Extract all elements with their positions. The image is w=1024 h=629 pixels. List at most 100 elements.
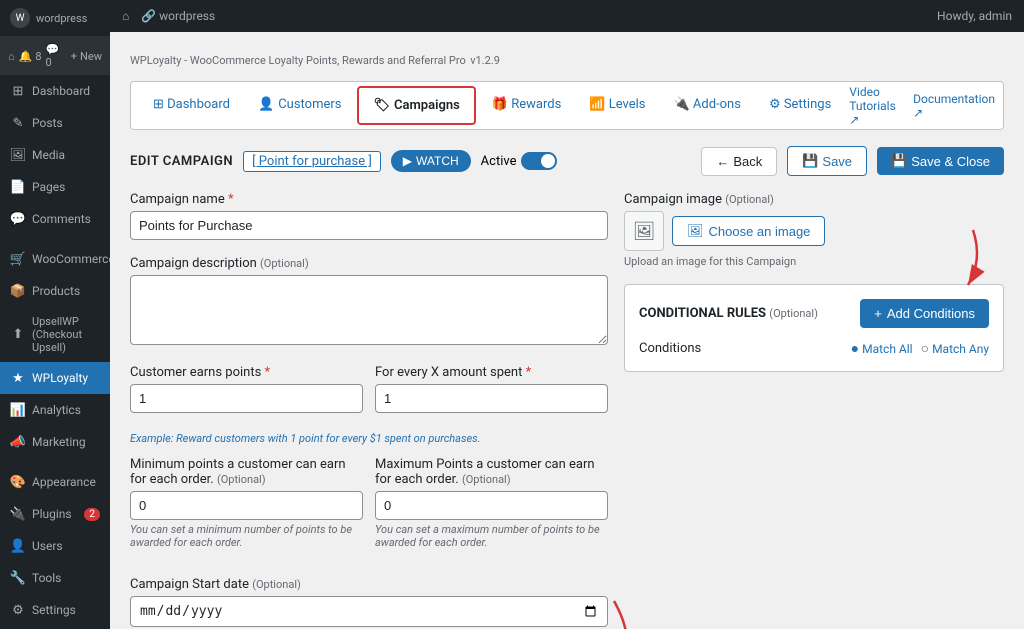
conditional-rules-title: CONDITIONAL RULES (Optional) [639, 306, 818, 321]
sidebar-item-label: Analytics [32, 403, 81, 417]
upsellwp-icon: ⬆ [10, 327, 26, 343]
campaign-description-input[interactable] [130, 275, 608, 345]
sidebar-item-plugins[interactable]: 🔌 Plugins 2 [0, 498, 110, 530]
comments-icon-top[interactable]: 💬 0 [46, 43, 67, 69]
add-conditions-button[interactable]: + Add Conditions [860, 299, 989, 328]
customer-earns-input[interactable] [130, 384, 363, 413]
start-date-section: Campaign Start date (Optional) Include e… [130, 577, 608, 629]
sidebar-item-label: UpsellWP (Checkout Upsell) [32, 315, 100, 354]
max-points-label: Maximum Points a customer can earn for e… [375, 457, 608, 487]
watch-button[interactable]: ▶ WATCH [391, 150, 471, 172]
users-icon: 👤 [10, 538, 26, 554]
tab-dashboard[interactable]: ⊞ Dashboard [139, 87, 244, 125]
conditional-rules-header: CONDITIONAL RULES (Optional) + Add Condi… [639, 299, 989, 328]
min-points-hint: You can set a minimum number of points t… [130, 523, 363, 549]
documentation-link[interactable]: Documentation ↗ [913, 92, 995, 120]
sidebar-item-label: Media [32, 148, 65, 162]
start-date-input[interactable] [130, 596, 608, 627]
sidebar-item-label: Settings [32, 603, 76, 617]
sidebar-item-analytics[interactable]: 📊 Analytics [0, 394, 110, 426]
tools-icon: 🔧 [10, 570, 26, 586]
sidebar-item-label: Appearance [32, 475, 96, 489]
max-points-hint: You can set a maximum number of points t… [375, 523, 608, 549]
for-every-input[interactable] [375, 384, 608, 413]
sidebar-item-label: Pages [32, 180, 65, 194]
match-any-option[interactable]: ○ Match Any [921, 340, 989, 357]
edit-campaign-title: EDIT CAMPAIGN [130, 154, 233, 169]
dashboard-home-link[interactable]: ⌂ [8, 50, 15, 63]
settings-icon: ⚙ [10, 602, 26, 618]
sidebar-item-users[interactable]: 👤 Users [0, 530, 110, 562]
admin-top-bar: ⌂ 🔔 8 💬 0 + New [0, 37, 110, 75]
campaign-image-label: Campaign image (Optional) [624, 192, 1004, 207]
tab-addons[interactable]: 🔌 Add-ons [659, 87, 754, 125]
min-points-label: Minimum points a customer can earn for e… [130, 457, 363, 487]
wployalty-icon: ★ [10, 370, 26, 386]
notifications[interactable]: 🔔 8 [19, 50, 42, 63]
earns-hint: Example: Reward customers with 1 point f… [130, 432, 608, 445]
appearance-icon: 🎨 [10, 474, 26, 490]
match-all-option[interactable]: ● Match All [851, 340, 913, 357]
products-icon: 📦 [10, 283, 26, 299]
for-every-label: For every X amount spent * [375, 365, 608, 380]
sidebar-item-settings[interactable]: ⚙ Settings [0, 594, 110, 626]
customer-earns-section: Customer earns points * [130, 365, 363, 413]
max-points-input[interactable] [375, 491, 608, 520]
for-every-section: For every X amount spent * [375, 365, 608, 413]
upload-icon-button[interactable]: 🖼 [624, 211, 664, 251]
tab-rewards[interactable]: 🎁 Rewards [478, 87, 575, 125]
site-name-link[interactable]: 🔗 wordpress [141, 9, 215, 23]
sidebar-item-pages[interactable]: 📄 Pages [0, 171, 110, 203]
min-points-section: Minimum points a customer can earn for e… [130, 457, 363, 549]
campaign-description-label: Campaign description (Optional) [130, 256, 608, 271]
sidebar-item-label: Products [32, 284, 80, 298]
sidebar-item-upsellwp[interactable]: ⬆ UpsellWP (Checkout Upsell) [0, 307, 110, 362]
conditions-row: Conditions ● Match All ○ Match Any [639, 340, 989, 357]
sidebar-item-posts[interactable]: ✎ Posts [0, 107, 110, 139]
admin-home-link[interactable]: ⌂ [122, 9, 129, 23]
sidebar-item-dashboard[interactable]: ⊞ Dashboard [0, 75, 110, 107]
choose-image-button[interactable]: 🖼 Choose an image [672, 216, 825, 246]
sidebar-item-media[interactable]: 🖼 Media [0, 139, 110, 171]
sidebar-item-tools[interactable]: 🔧 Tools [0, 562, 110, 594]
sidebar: W wordpress ⌂ 🔔 8 💬 0 + New ⊞ Dashboard … [0, 0, 110, 629]
min-points-input[interactable] [130, 491, 363, 520]
campaign-description-section: Campaign description (Optional) [130, 256, 608, 349]
campaign-name-section: Campaign name * [130, 192, 608, 240]
main-content: ⌂ 🔗 wordpress Howdy, admin WPLoyalty - W… [110, 0, 1024, 629]
video-tutorials-link[interactable]: Video Tutorials ↗ [849, 85, 901, 127]
howdy-text: Howdy, admin [937, 9, 1012, 23]
upload-hint: Upload an image for this Campaign [624, 255, 1004, 268]
save-close-button[interactable]: 💾 Save & Close [877, 147, 1004, 175]
customer-earns-label: Customer earns points * [130, 365, 363, 380]
page-title: WPLoyalty - WooCommerce Loyalty Points, … [130, 48, 1004, 69]
campaign-name-input[interactable] [130, 211, 608, 240]
sidebar-item-comments[interactable]: 💬 Comments [0, 203, 110, 235]
sidebar-item-label: WooCommerce [32, 252, 110, 266]
tab-campaigns[interactable]: 🏷 Campaigns [357, 86, 475, 125]
tab-customers[interactable]: 👤 Customers [244, 87, 355, 125]
edit-campaign-header: EDIT CAMPAIGN [ Point for purchase ] ▶ W… [130, 146, 1004, 176]
tab-levels[interactable]: 📶 Levels [575, 87, 659, 125]
new-button[interactable]: + New [71, 50, 102, 63]
save-button[interactable]: 💾 Save [787, 146, 867, 176]
back-button[interactable]: ← Back [701, 147, 777, 176]
sidebar-item-woocommerce[interactable]: 🛒 WooCommerce [0, 243, 110, 275]
min-max-section: Minimum points a customer can earn for e… [130, 457, 608, 565]
sidebar-item-appearance[interactable]: 🎨 Appearance [0, 466, 110, 498]
start-date-label: Campaign Start date (Optional) [130, 577, 608, 592]
posts-icon: ✎ [10, 115, 26, 131]
nav-tabs: ⊞ Dashboard 👤 Customers 🏷 Campaigns 🎁 Re… [130, 81, 1004, 130]
sidebar-item-label: Plugins [32, 507, 72, 521]
tab-settings[interactable]: ⚙ Settings [755, 87, 845, 125]
sidebar-item-marketing[interactable]: 📣 Marketing [0, 426, 110, 458]
wordpress-icon: W [10, 8, 30, 28]
image-upload-area: 🖼 🖼 Choose an image [624, 211, 1004, 251]
sidebar-item-wployalty[interactable]: ★ WPLoyalty [0, 362, 110, 394]
match-options: ● Match All ○ Match Any [851, 340, 989, 357]
active-toggle-switch[interactable] [521, 152, 557, 170]
max-points-section: Maximum Points a customer can earn for e… [375, 457, 608, 549]
sidebar-item-products[interactable]: 📦 Products [0, 275, 110, 307]
content-area: WPLoyalty - WooCommerce Loyalty Points, … [110, 32, 1024, 629]
campaign-name-badge: [ Point for purchase ] [243, 151, 381, 172]
